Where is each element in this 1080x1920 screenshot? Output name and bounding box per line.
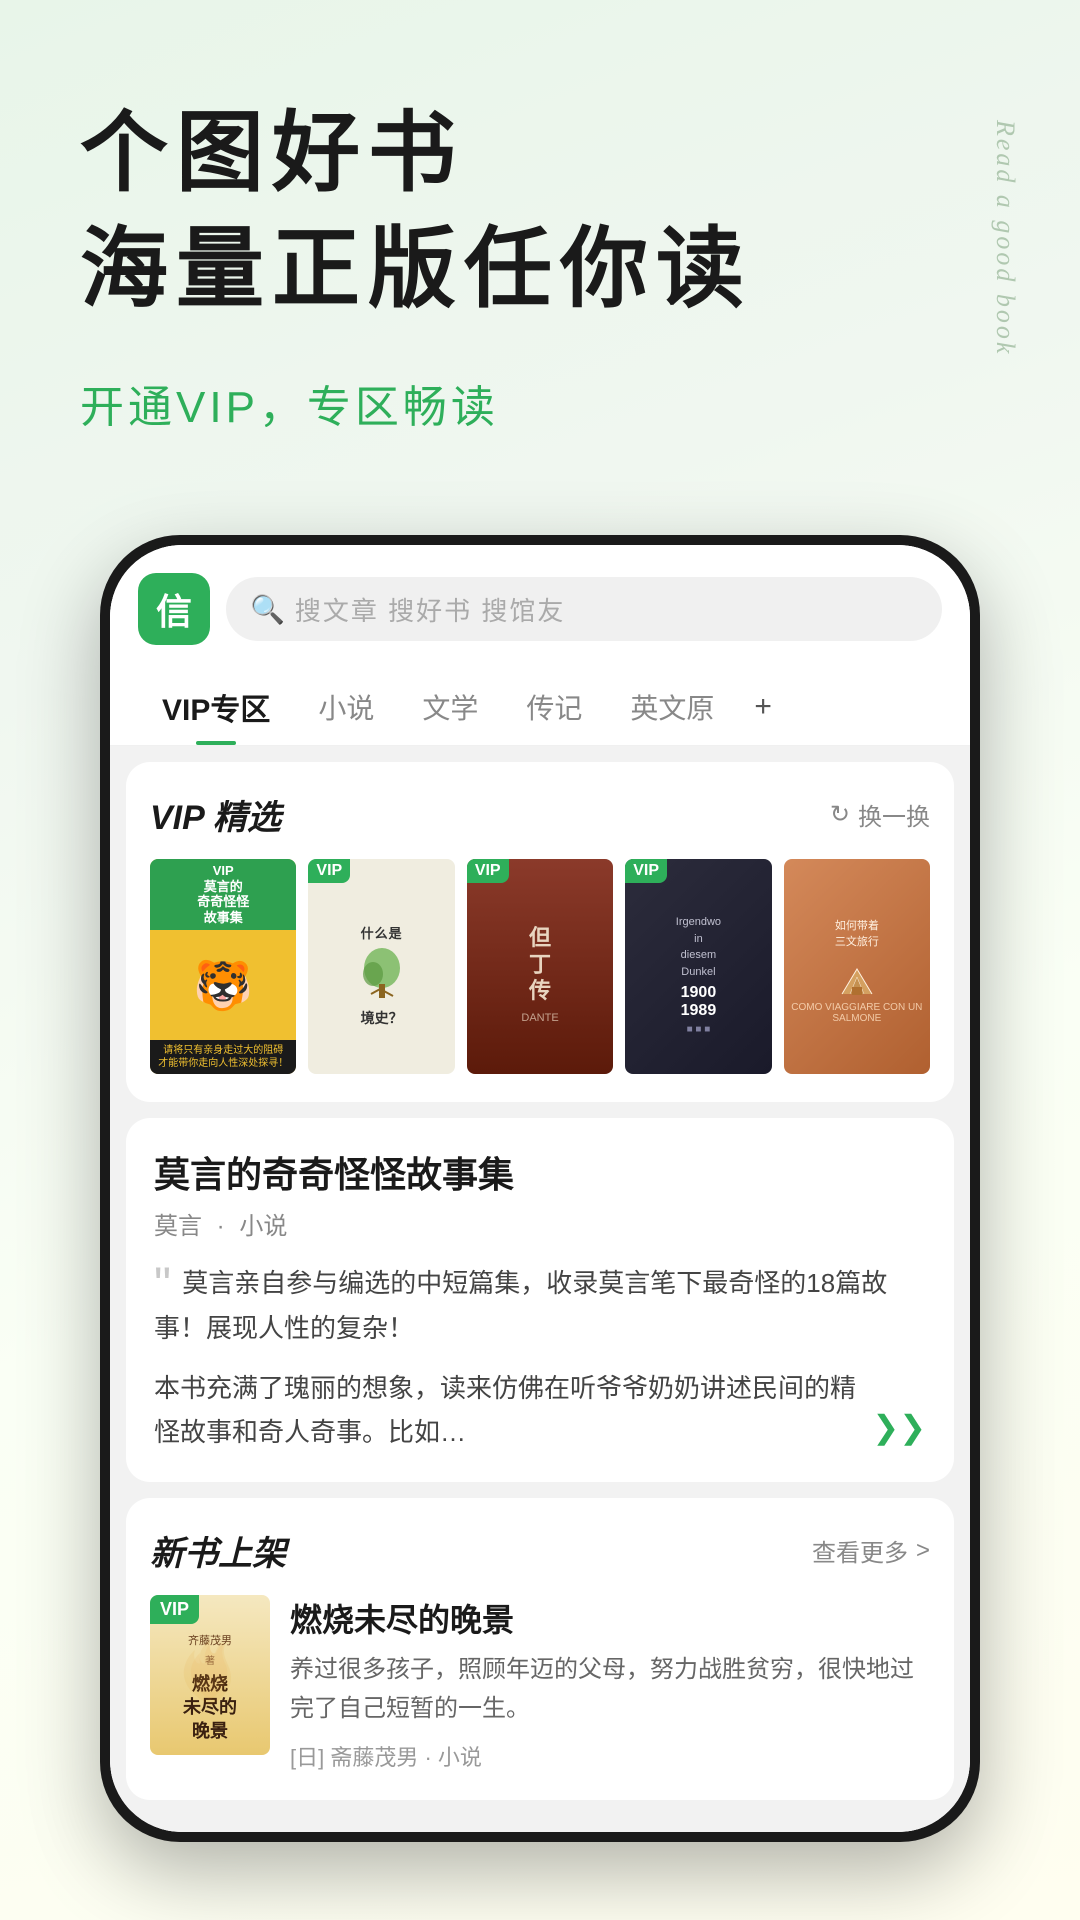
vip-section-header: VIP 精选 ↻ 换一换 — [150, 790, 930, 839]
side-decorative-text: Read a good book — [990, 120, 1020, 356]
hero-title-sub: 海量正版任你读 — [80, 216, 1000, 322]
search-placeholder-text: 搜文章 搜好书 搜馆友 — [295, 591, 565, 628]
tab-vip[interactable]: VIP专区 — [138, 669, 294, 745]
book-description-card: 莫言的奇奇怪怪故事集 莫言 · 小说 " 莫言亲自参与编选的中短篇集，收录莫言笔… — [126, 1118, 954, 1482]
new-books-title: 新书上架 — [150, 1526, 286, 1575]
book-cover-3[interactable]: VIP 但丁传 DANTE — [467, 859, 613, 1074]
search-area: 信 🔍 搜文章 搜好书 搜馆友 — [110, 545, 970, 645]
app-logo-char: 信 — [156, 583, 192, 635]
book1-vip-badge: VIP莫言的奇奇怪怪故事集 — [150, 859, 296, 929]
book-desc-author-genre: 莫言 · 小说 — [154, 1206, 926, 1241]
quote-mark-icon: " — [154, 1267, 171, 1305]
main-content: VIP 精选 ↻ 换一换 VIP莫言的奇奇怪怪故事集 — [110, 746, 970, 1832]
tab-literature[interactable]: 文学 — [398, 671, 502, 743]
refresh-label: 换一换 — [858, 797, 930, 832]
book4-vip-badge: VIP — [625, 859, 667, 883]
tab-biography[interactable]: 传记 — [502, 671, 606, 743]
phone-content: 信 🔍 搜文章 搜好书 搜馆友 VIP专区 小说 — [110, 545, 970, 1832]
new-book-author: [日] 斋藤茂男 · 小说 — [290, 1740, 930, 1772]
see-more-label: 查看更多 — [812, 1533, 908, 1568]
new-book-info: 燃烧未尽的晚景 养过很多孩子，照顾年迈的父母，努力战胜贫穷，很快地过完了自己短暂… — [290, 1595, 930, 1772]
hero-title-main: 个图好书 — [80, 100, 1000, 206]
phone-outer: 信 🔍 搜文章 搜好书 搜馆友 VIP专区 小说 — [100, 535, 980, 1842]
new-books-header: 新书上架 查看更多 > — [150, 1526, 930, 1575]
refresh-button[interactable]: ↻ 换一换 — [830, 797, 930, 832]
phone-mockup: 信 🔍 搜文章 搜好书 搜馆友 VIP专区 小说 — [0, 495, 1080, 1842]
book-desc-title: 莫言的奇奇怪怪故事集 — [154, 1146, 926, 1198]
new-book-cover: VIP 齐藤茂男 著 燃烧未尽的晚景 — [150, 1595, 270, 1755]
nav-tabs: VIP专区 小说 文学 传记 英文原 + — [110, 645, 970, 746]
book-cover-4[interactable]: VIP IrgendwoindiesemDunkel 19001989 ■ ■ … — [625, 859, 771, 1074]
app-logo: 信 — [138, 573, 210, 645]
tree-icon — [357, 946, 407, 1004]
book-cover-2[interactable]: VIP 什么是 — [308, 859, 454, 1074]
nav-more-button[interactable]: + — [746, 674, 780, 740]
vip-books-row: VIP莫言的奇奇怪怪故事集 🐯 请将只有亲身走过大的阻碍才能带你走向人性深处探寻… — [150, 859, 930, 1074]
new-book-desc: 养过很多孩子，照顾年迈的父母，努力战胜贫穷，很快地过完了自己短暂的一生。 — [290, 1651, 930, 1728]
book-cover-1[interactable]: VIP莫言的奇奇怪怪故事集 🐯 请将只有亲身走过大的阻碍才能带你走向人性深处探寻… — [150, 859, 296, 1074]
vip-featured-section: VIP 精选 ↻ 换一换 VIP莫言的奇奇怪怪故事集 — [126, 762, 954, 1102]
tab-english[interactable]: 英文原 — [606, 671, 738, 743]
expand-icon[interactable]: ❯❯ — [872, 1400, 926, 1454]
tab-novel[interactable]: 小说 — [294, 671, 398, 743]
search-bar[interactable]: 🔍 搜文章 搜好书 搜馆友 — [226, 577, 942, 641]
search-icon: 🔍 — [250, 593, 285, 626]
book3-vip-badge: VIP — [467, 859, 509, 883]
new-book-title: 燃烧未尽的晚景 — [290, 1595, 930, 1641]
new-book-item[interactable]: VIP 齐藤茂男 著 燃烧未尽的晚景 — [150, 1595, 930, 1772]
phone-inner: 信 🔍 搜文章 搜好书 搜馆友 VIP专区 小说 — [110, 545, 970, 1832]
book2-vip-badge: VIP — [308, 859, 350, 883]
vip-section-title: VIP 精选 — [150, 790, 281, 839]
chevron-right-icon: > — [916, 1537, 930, 1565]
hero-section: 个图好书 海量正版任你读 开通VIP，专区畅读 Read a good book — [0, 0, 1080, 495]
refresh-icon: ↻ — [830, 800, 850, 829]
book-desc-quote1: " 莫言亲自参与编选的中短篇集，收录莫言笔下最奇怪的18篇故事！展现人性的复杂！ — [154, 1261, 926, 1349]
hero-vip-text: 开通VIP，专区畅读 — [80, 371, 1000, 435]
new-books-section: 新书上架 查看更多 > VIP 齐藤茂男 著 — [126, 1498, 954, 1800]
book-desc-quote2: 本书充满了瑰丽的想象，读来仿佛在听爷爷奶奶讲述民间的精怪故事和奇人奇事。比如… … — [154, 1366, 926, 1454]
new-book-vip-badge: VIP — [150, 1595, 199, 1624]
book-cover-5[interactable]: 如何带着三文旅行 COMO VIAGGIARE CON UN SA — [784, 859, 930, 1074]
see-more-button[interactable]: 查看更多 > — [812, 1533, 930, 1568]
